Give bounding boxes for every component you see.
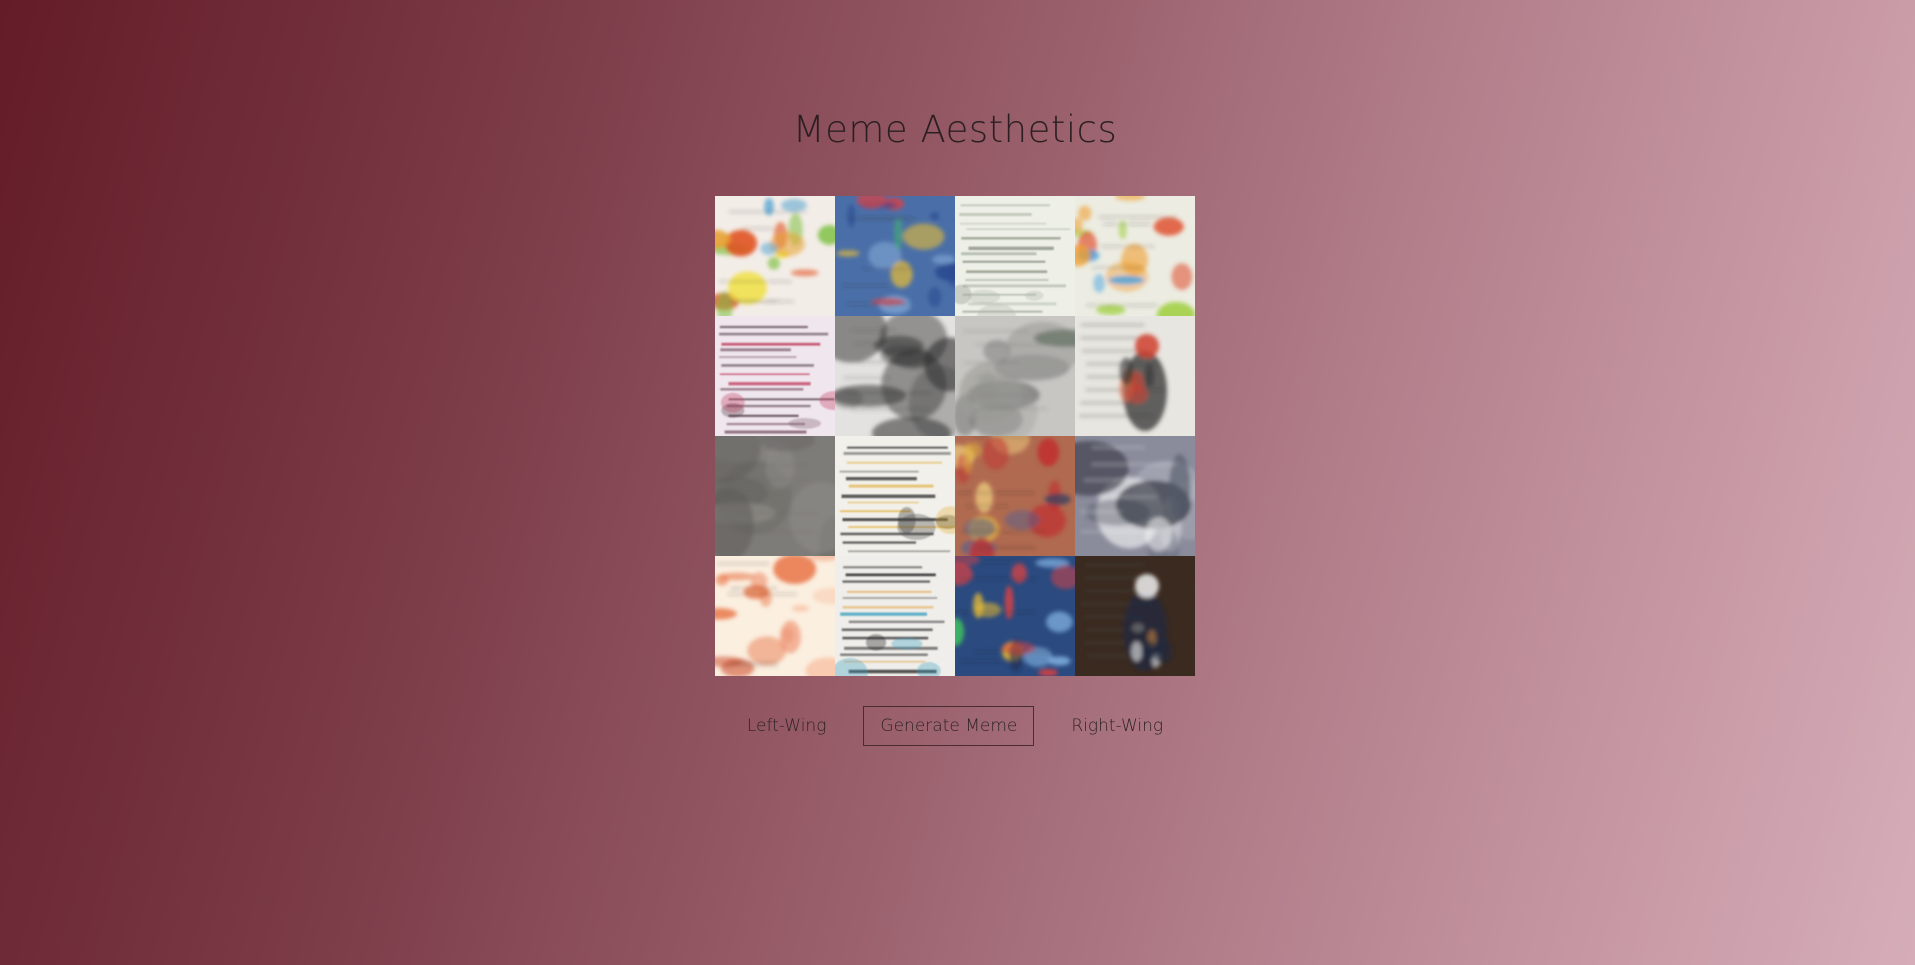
left-wing-button[interactable]: Left-Wing bbox=[730, 706, 844, 746]
meme-tile-13 bbox=[715, 556, 835, 676]
meme-tile-12 bbox=[1075, 436, 1195, 556]
controls-bar: Left-Wing Generate Meme Right-Wing bbox=[0, 706, 1910, 746]
meme-tile-3 bbox=[955, 196, 1075, 316]
meme-tile-15 bbox=[955, 556, 1075, 676]
right-wing-button[interactable]: Right-Wing bbox=[1054, 706, 1180, 746]
page-title: Meme Aesthetics bbox=[792, 108, 1118, 151]
meme-tile-2 bbox=[835, 196, 955, 316]
meme-tile-11 bbox=[955, 436, 1075, 556]
meme-tile-4 bbox=[1075, 196, 1195, 316]
meme-grid bbox=[715, 196, 1195, 676]
meme-tile-7 bbox=[955, 316, 1075, 436]
meme-tile-9 bbox=[715, 436, 835, 556]
meme-tile-10 bbox=[835, 436, 955, 556]
meme-tile-1 bbox=[715, 196, 835, 316]
meme-tile-6 bbox=[835, 316, 955, 436]
meme-tile-5 bbox=[715, 316, 835, 436]
generate-meme-button[interactable]: Generate Meme bbox=[863, 706, 1035, 746]
meme-tile-14 bbox=[835, 556, 955, 676]
meme-tile-16 bbox=[1075, 556, 1195, 676]
meme-tile-8 bbox=[1075, 316, 1195, 436]
